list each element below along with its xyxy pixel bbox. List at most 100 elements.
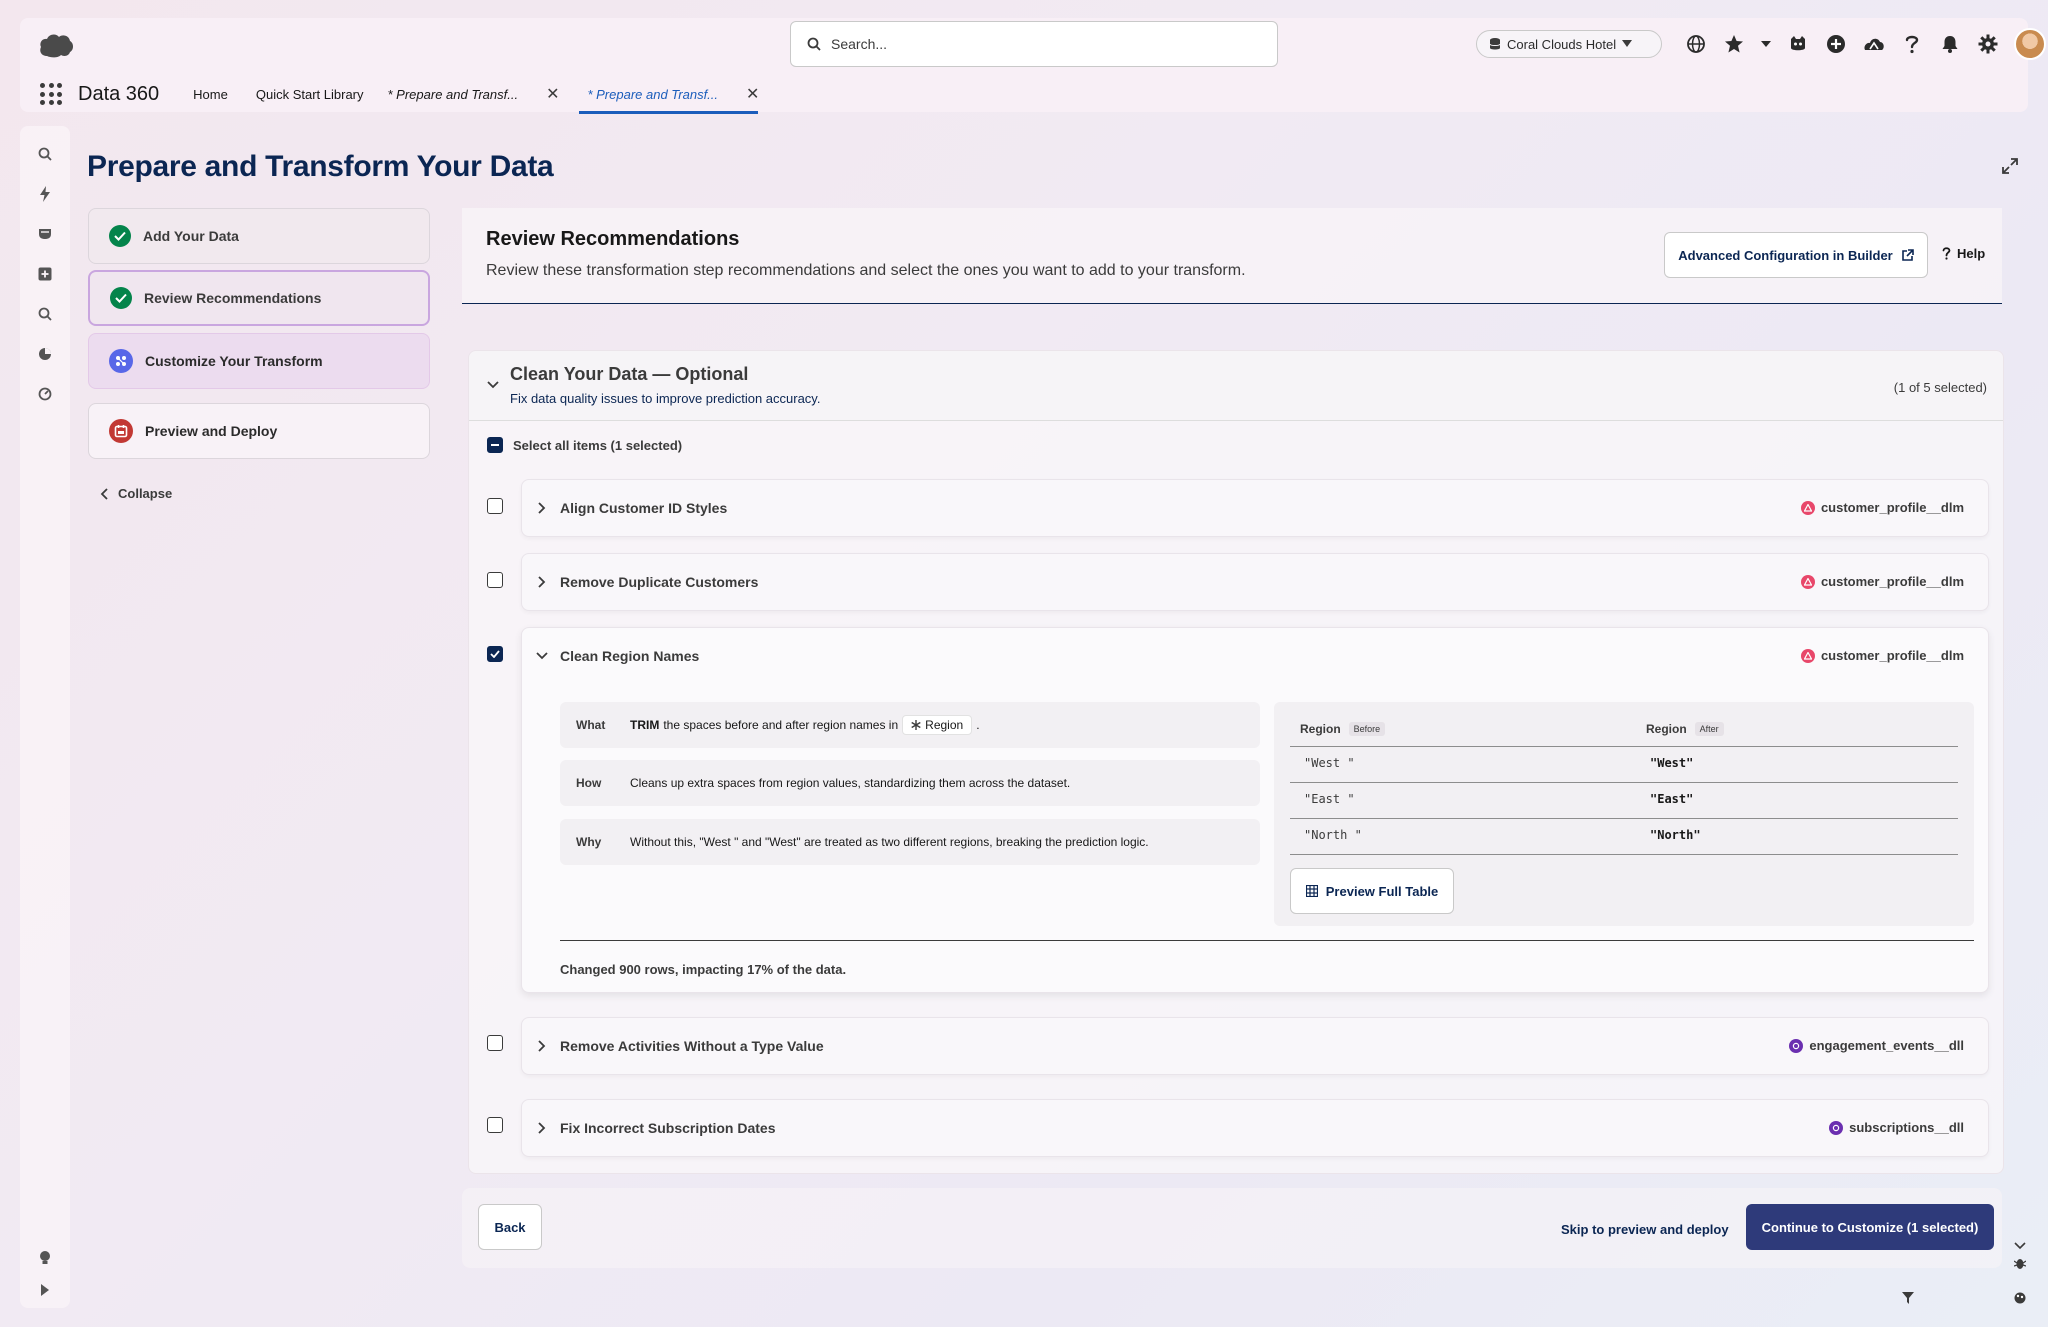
before-tag: Before bbox=[1348, 722, 1386, 736]
tab-home[interactable]: Home bbox=[193, 76, 228, 112]
add-plus-icon[interactable] bbox=[1824, 32, 1848, 56]
divider bbox=[560, 940, 1974, 941]
step-customize-your-transform[interactable]: Customize Your Transform bbox=[88, 333, 430, 389]
recommendation-clean-region-names: Clean Region Names customer_profile__dlm… bbox=[521, 627, 1989, 993]
chevron-down-icon[interactable] bbox=[487, 381, 499, 389]
recommendation-checkbox[interactable] bbox=[487, 572, 503, 588]
recommendation-checkbox[interactable] bbox=[487, 498, 503, 514]
recommendation-title: Align Customer ID Styles bbox=[560, 500, 728, 516]
rail-dashboard-icon[interactable] bbox=[35, 384, 55, 404]
section-subtitle: Fix data quality issues to improve predi… bbox=[510, 391, 821, 406]
dataset-name: subscriptions__dll bbox=[1849, 1120, 1964, 1135]
database-icon bbox=[1489, 37, 1501, 51]
search-input[interactable] bbox=[831, 36, 1251, 52]
step-review-recommendations[interactable]: Review Recommendations bbox=[88, 270, 430, 326]
global-header: Coral Clouds Hotel bbox=[20, 18, 2046, 114]
chevron-right-icon[interactable] bbox=[538, 1122, 546, 1134]
text-field-icon bbox=[911, 720, 921, 730]
chevron-right-icon[interactable] bbox=[538, 1040, 546, 1052]
settings-gear-icon[interactable] bbox=[1976, 32, 2000, 56]
close-tab-icon[interactable]: ✕ bbox=[546, 84, 559, 104]
recommendation-align-customer-id[interactable]: Align Customer ID Styles customer_profil… bbox=[521, 479, 1989, 537]
chevron-down-icon[interactable] bbox=[2014, 1242, 2026, 1250]
dataset-label: subscriptions__dll bbox=[1829, 1120, 1964, 1135]
help-link[interactable]: Help bbox=[1942, 246, 1985, 261]
field-chip: Region bbox=[902, 715, 973, 735]
org-switcher[interactable]: Coral Clouds Hotel bbox=[1476, 30, 1662, 58]
chevron-right-icon[interactable] bbox=[538, 502, 546, 514]
recommendation-remove-activities[interactable]: Remove Activities Without a Type Value e… bbox=[521, 1017, 1989, 1075]
rail-lightbulb-icon[interactable] bbox=[35, 1248, 55, 1268]
rail-inbox-icon[interactable] bbox=[35, 224, 55, 244]
recommendation-fix-subscription-dates[interactable]: Fix Incorrect Subscription Dates subscri… bbox=[521, 1099, 1989, 1157]
global-search[interactable] bbox=[790, 21, 1278, 67]
skip-to-preview-link[interactable]: Skip to preview and deploy bbox=[1561, 1222, 1729, 1237]
tab-quick-start-library[interactable]: Quick Start Library bbox=[256, 76, 364, 112]
rail-lightning-icon[interactable] bbox=[35, 184, 55, 204]
tab-prepare-transform-1[interactable]: * Prepare and Transf... bbox=[388, 76, 519, 112]
chevron-down-icon[interactable] bbox=[536, 652, 548, 660]
favorites-menu-caret-icon[interactable] bbox=[1760, 32, 1772, 56]
changed-rows-summary: Changed 900 rows, impacting 17% of the d… bbox=[560, 962, 847, 977]
filter-funnel-icon[interactable] bbox=[1902, 1292, 1914, 1304]
dataset-label: customer_profile__dlm bbox=[1800, 500, 1964, 515]
wizard-footer: Back Skip to preview and deploy Continue… bbox=[462, 1188, 2002, 1268]
selection-count: (1 of 5 selected) bbox=[1893, 380, 1987, 395]
before-after-preview: Region Before Region After "West " "West… bbox=[1274, 702, 1974, 926]
back-button[interactable]: Back bbox=[478, 1204, 542, 1250]
tab-prepare-transform-2[interactable]: * Prepare and Transf... bbox=[579, 76, 758, 114]
trailhead-icon[interactable] bbox=[1862, 32, 1886, 56]
expand-fullscreen-icon[interactable] bbox=[2002, 158, 2018, 174]
chevron-right-icon[interactable] bbox=[538, 576, 546, 588]
select-all-checkbox[interactable] bbox=[487, 437, 503, 453]
caret-down-icon bbox=[1622, 40, 1633, 48]
favorites-star-icon[interactable] bbox=[1722, 32, 1746, 56]
recommendation-checkbox[interactable] bbox=[487, 1117, 503, 1133]
rail-analytics-pie-icon[interactable] bbox=[35, 344, 55, 364]
bug-icon[interactable] bbox=[2014, 1256, 2026, 1270]
dataset-name: customer_profile__dlm bbox=[1820, 574, 1964, 589]
rail-search-icon[interactable] bbox=[35, 144, 55, 164]
detail-how-row: How Cleans up extra spaces from region v… bbox=[560, 760, 1260, 806]
before-cell: "West " bbox=[1304, 756, 1355, 770]
continue-button[interactable]: Continue to Customize (1 selected) bbox=[1746, 1204, 1994, 1250]
detail-label: How bbox=[576, 776, 602, 790]
step-add-your-data[interactable]: Add Your Data bbox=[88, 208, 430, 264]
step-complete-check-icon bbox=[110, 287, 132, 309]
step-label: Add Your Data bbox=[143, 228, 239, 244]
palette-icon[interactable] bbox=[2014, 1292, 2026, 1304]
column-label: Region bbox=[1646, 722, 1687, 736]
section-header[interactable]: Clean Your Data — Optional Fix data qual… bbox=[469, 351, 2003, 421]
rail-query-icon[interactable] bbox=[35, 304, 55, 324]
divider bbox=[1290, 782, 1958, 783]
detail-what-row: What TRIM the spaces before and after re… bbox=[560, 702, 1260, 748]
recommendation-title: Remove Activities Without a Type Value bbox=[560, 1038, 824, 1054]
before-column-header: Region Before bbox=[1300, 722, 1386, 736]
data-lake-object-icon bbox=[1789, 1038, 1804, 1053]
advanced-configuration-button[interactable]: Advanced Configuration in Builder bbox=[1664, 232, 1928, 278]
recommendation-remove-duplicate-customers[interactable]: Remove Duplicate Customers customer_prof… bbox=[521, 553, 1989, 611]
collapse-steps-link[interactable]: Collapse bbox=[100, 486, 172, 501]
preview-full-table-button[interactable]: Preview Full Table bbox=[1290, 868, 1454, 914]
select-all-row[interactable]: Select all items (1 selected) bbox=[487, 437, 682, 453]
close-active-tab-icon[interactable]: ✕ bbox=[746, 84, 759, 104]
agent-face-icon[interactable] bbox=[1786, 32, 1810, 56]
rail-expand-play-icon[interactable] bbox=[35, 1280, 55, 1300]
step-preview-and-deploy[interactable]: Preview and Deploy bbox=[88, 403, 430, 459]
detail-label: What bbox=[576, 718, 606, 732]
app-name: Data 360 bbox=[78, 82, 160, 105]
help-question-icon[interactable] bbox=[1900, 32, 1924, 56]
detail-why-row: Why Without this, "West " and "West" are… bbox=[560, 819, 1260, 865]
after-column-header: Region After bbox=[1646, 722, 1724, 736]
app-launcher-icon[interactable] bbox=[40, 83, 62, 105]
dataset-label: customer_profile__dlm bbox=[1800, 648, 1964, 663]
detail-label: Why bbox=[576, 835, 602, 849]
recommendation-checkbox[interactable] bbox=[487, 1035, 503, 1051]
salesforce-cloud-logo[interactable] bbox=[38, 32, 74, 58]
user-avatar[interactable] bbox=[2014, 28, 2046, 60]
rail-add-record-icon[interactable] bbox=[35, 264, 55, 284]
recommendation-checkbox-checked[interactable] bbox=[487, 646, 503, 662]
notification-bell-icon[interactable] bbox=[1938, 32, 1962, 56]
what-text: the spaces before and after region names… bbox=[663, 718, 899, 732]
globe-icon[interactable] bbox=[1684, 32, 1708, 56]
